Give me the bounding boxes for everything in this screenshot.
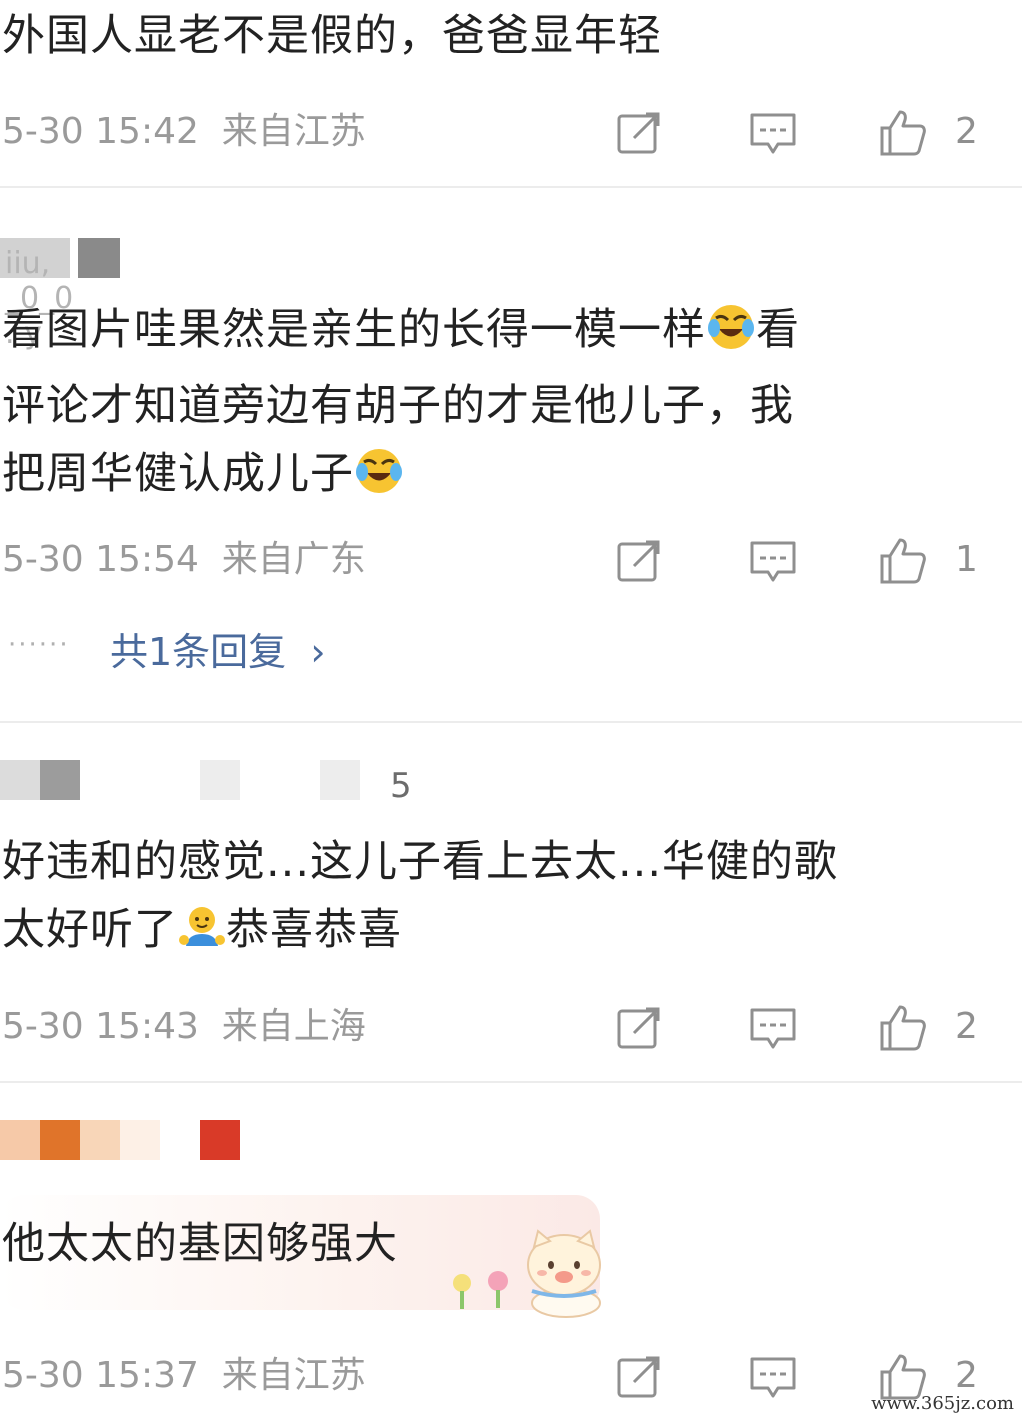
comment-text: 看图片哇果然是亲生的长得一模一样 看 评论才知道旁边有胡子的才是他儿子，我 把周… <box>0 296 1022 516</box>
chevron-right-icon: › <box>310 630 326 674</box>
comment-text: 好违和的感觉...这儿子看上去太...华健的歌 太好听了 恭喜恭喜 <box>0 828 1022 972</box>
cat-sticker-icon <box>446 1225 606 1324</box>
share-icon[interactable] <box>614 1003 664 1053</box>
like-icon[interactable] <box>878 536 928 586</box>
comment-1: 外国人显老不是假的，爸爸显年轻 <box>0 0 1022 70</box>
comment-icon[interactable] <box>748 108 798 158</box>
comment-time: 5-30 15:43 来自上海 <box>2 1006 366 1047</box>
watermark: www.365jz.com <box>871 1393 1014 1414</box>
waving-person-emoji-icon <box>178 902 226 972</box>
comment-icon[interactable] <box>748 1003 798 1053</box>
comment-2: 看图片哇果然是亲生的长得一模一样 看 评论才知道旁边有胡子的才是他儿子，我 把周… <box>0 296 1022 516</box>
share-icon[interactable] <box>614 108 664 158</box>
comment-meta: 5-30 15:37 来自江苏 2 <box>0 1346 1022 1406</box>
comment-3: 好违和的感觉...这儿子看上去太...华健的歌 太好听了 恭喜恭喜 <box>0 828 1022 972</box>
comment-time: 5-30 15:42 来自江苏 <box>2 111 366 152</box>
comment-meta: 5-30 15:42 来自江苏 2 <box>0 102 1022 162</box>
comment-time: 5-30 15:54 来自广东 <box>2 539 366 580</box>
comment-icon[interactable] <box>748 1352 798 1402</box>
comment-text: 外国人显老不是假的，爸爸显年轻 <box>2 11 662 61</box>
laugh-cry-emoji-icon <box>354 446 404 516</box>
share-icon[interactable] <box>614 1352 664 1402</box>
like-icon[interactable] <box>878 108 928 158</box>
replies-dots: ······ <box>8 630 70 660</box>
like-count: 2 <box>955 1006 978 1047</box>
comment-meta: 5-30 15:43 来自上海 2 <box>0 997 1022 1057</box>
laugh-cry-emoji-icon <box>706 302 756 372</box>
divider <box>0 186 1022 188</box>
comment-meta: 5-30 15:54 来自广东 1 <box>0 530 1022 590</box>
divider <box>0 721 1022 723</box>
like-count: 2 <box>955 111 978 152</box>
comment-time: 5-30 15:37 来自江苏 <box>2 1355 366 1396</box>
comment-icon[interactable] <box>748 536 798 586</box>
share-icon[interactable] <box>614 536 664 586</box>
replies-count[interactable]: 共1条回复 › <box>110 622 326 682</box>
like-count: 1 <box>955 539 978 580</box>
like-icon[interactable] <box>878 1003 928 1053</box>
divider <box>0 1081 1022 1083</box>
